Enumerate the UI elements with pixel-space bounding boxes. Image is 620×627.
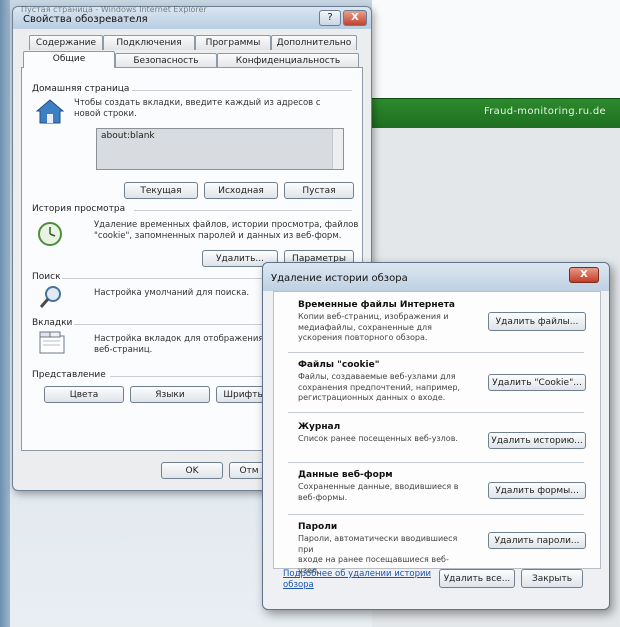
cookies-text-3: регистрационных данных о входе. (298, 393, 446, 402)
delete-passwords-button[interactable]: Удалить пароли... (488, 532, 586, 549)
passwords-title: Пароли (298, 522, 338, 532)
divider (74, 324, 272, 325)
tabs-section-title: Вкладки (32, 318, 73, 328)
textarea-scrollbar[interactable] (332, 129, 343, 169)
appearance-section-title: Представление (32, 370, 106, 380)
form-data-text-2: веб-формы. (298, 492, 348, 502)
use-current-button[interactable]: Текущая (124, 182, 198, 199)
languages-button[interactable]: Языки (130, 386, 210, 403)
tabs-icon (39, 331, 65, 354)
tab-content[interactable]: Содержание (29, 35, 103, 50)
form-data-title: Данные веб-форм (298, 470, 393, 480)
temp-files-text-2: медиафайлы, сохраненные для (298, 322, 432, 332)
history-text-line2: "cookie", запомненных паролей и данных и… (94, 231, 342, 241)
tab-security[interactable]: Безопасность (115, 53, 217, 68)
delete-dialog-close-button[interactable]: X (569, 267, 599, 283)
learn-more-link[interactable]: Подробнее об удалении истории обзора (283, 569, 443, 591)
temp-files-text-1: Копии веб-страниц, изображения и (298, 312, 449, 321)
tabs-text-line1: Настройка вкладок для отображения (94, 334, 264, 344)
green-bar-text: Fraud-monitoring.ru.de (483, 106, 606, 117)
tab-general[interactable]: Общие (23, 51, 115, 68)
temp-files-title: Временные файлы Интернета (298, 300, 455, 310)
homepage-hint-line2: новой строки. (74, 109, 137, 119)
browser-green-bar: Fraud-monitoring.ru.de (372, 98, 620, 129)
divider (132, 90, 352, 91)
tab-advanced[interactable]: Дополнительно (271, 35, 357, 50)
delete-history-dialog: Удаление истории обзора X Временные файл… (262, 262, 610, 610)
delete-all-button[interactable]: Удалить все... (439, 569, 515, 588)
divider (62, 278, 272, 279)
home-icon (36, 99, 64, 124)
divider (288, 514, 584, 515)
history-clock-icon (38, 222, 62, 246)
learn-more-line1: Подробнее об удалении истории (283, 569, 432, 579)
close-button[interactable]: X (343, 10, 367, 26)
search-text: Настройка умолчаний для поиска. (94, 288, 250, 298)
divider (134, 210, 352, 211)
divider (288, 462, 584, 463)
history-text-line1: Удаление временных файлов, истории просм… (94, 220, 359, 230)
homepage-value: about:blank (101, 131, 155, 141)
homepage-section-title: Домашняя страница (32, 84, 130, 94)
cookies-text-1: Файлы, создаваемые веб-узлами для (298, 372, 456, 381)
divider (288, 412, 584, 413)
delete-dialog-titlebar[interactable]: Удаление истории обзора X (263, 263, 609, 291)
learn-more-line2: обзора (283, 580, 314, 590)
delete-files-button[interactable]: Удалить файлы... (488, 312, 586, 331)
browser-page-area (372, 0, 620, 98)
delete-cookies-button[interactable]: Удалить "Cookie"... (488, 374, 586, 391)
delete-options-panel: Временные файлы Интернета Копии веб-стра… (273, 291, 601, 575)
dialog-titlebar[interactable]: Пустая страница - Windows Internet Explo… (13, 5, 371, 29)
homepage-textarea[interactable]: about:blank (96, 128, 344, 170)
colors-button[interactable]: Цвета (44, 386, 124, 403)
search-section-title: Поиск (32, 272, 61, 282)
browser-window-caption: Пустая страница - Windows Internet Explo… (21, 5, 207, 14)
history-text-1: Список ранее посещенных веб-узлов. (298, 434, 458, 443)
homepage-hint-line1: Чтобы создать вкладки, введите каждый из… (74, 98, 321, 108)
use-blank-button[interactable]: Пустая (284, 182, 354, 199)
delete-history-list-button[interactable]: Удалить историю... (488, 432, 586, 449)
divider (110, 376, 272, 377)
desktop-strip (0, 0, 10, 627)
history-section-title: История просмотра (32, 204, 126, 214)
delete-dialog-title: Удаление истории обзора (271, 273, 408, 284)
dialog-title: Свойства обозревателя (23, 14, 148, 25)
form-data-text-1: Сохраненные данные, вводившиеся в (298, 482, 459, 491)
magnifier-icon (39, 286, 61, 308)
help-button[interactable]: ? (319, 10, 341, 26)
cookies-text-2: сохранения предпочтений, например, (298, 382, 461, 392)
passwords-text-1: Пароли, автоматически вводившиеся при (298, 534, 458, 554)
ok-button[interactable]: OK (161, 462, 223, 479)
tab-connections[interactable]: Подключения (103, 35, 195, 50)
close-dialog-button[interactable]: Закрыть (521, 569, 583, 588)
tab-privacy[interactable]: Конфиденциальность (217, 53, 359, 68)
tabs-text-line2: веб-страниц. (94, 345, 153, 355)
cookies-title: Файлы "cookie" (298, 360, 380, 370)
temp-files-text-3: ускорения повторного обзора. (298, 333, 428, 342)
delete-forms-button[interactable]: Удалить формы... (488, 482, 586, 499)
history-title: Журнал (298, 422, 341, 432)
tab-programs[interactable]: Программы (195, 35, 271, 50)
divider (288, 352, 584, 353)
use-default-button[interactable]: Исходная (204, 182, 278, 199)
